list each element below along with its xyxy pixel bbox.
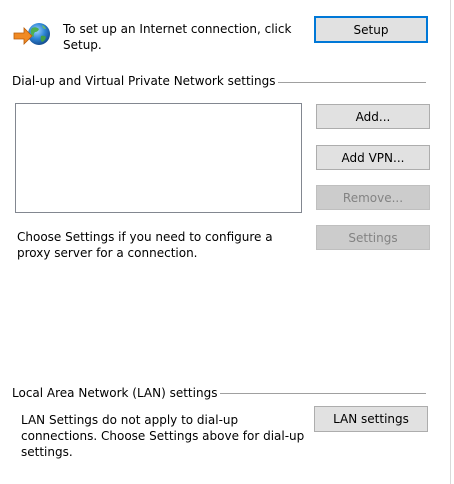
lan-note: LAN Settings do not apply to dial-up con… xyxy=(21,413,305,459)
lan-group-divider xyxy=(210,393,426,394)
add-vpn-button[interactable]: Add VPN... xyxy=(316,145,430,170)
dialup-group-divider xyxy=(258,82,426,83)
globe-with-arrow-icon xyxy=(12,20,52,50)
setup-button[interactable]: Setup xyxy=(314,16,428,43)
dialog-right-edge xyxy=(450,0,451,484)
lan-settings-button[interactable]: LAN settings xyxy=(314,406,428,432)
connections-listbox[interactable] xyxy=(15,103,302,213)
dialup-group-title: Dial-up and Virtual Private Network sett… xyxy=(12,74,279,88)
intro-text: To set up an Internet connection, click … xyxy=(63,22,292,52)
add-button[interactable]: Add... xyxy=(316,104,430,129)
settings-button[interactable]: Settings xyxy=(316,225,430,250)
remove-button[interactable]: Remove... xyxy=(316,185,430,210)
proxy-note: Choose Settings if you need to configure… xyxy=(17,230,273,260)
lan-group-title: Local Area Network (LAN) settings xyxy=(12,386,221,400)
